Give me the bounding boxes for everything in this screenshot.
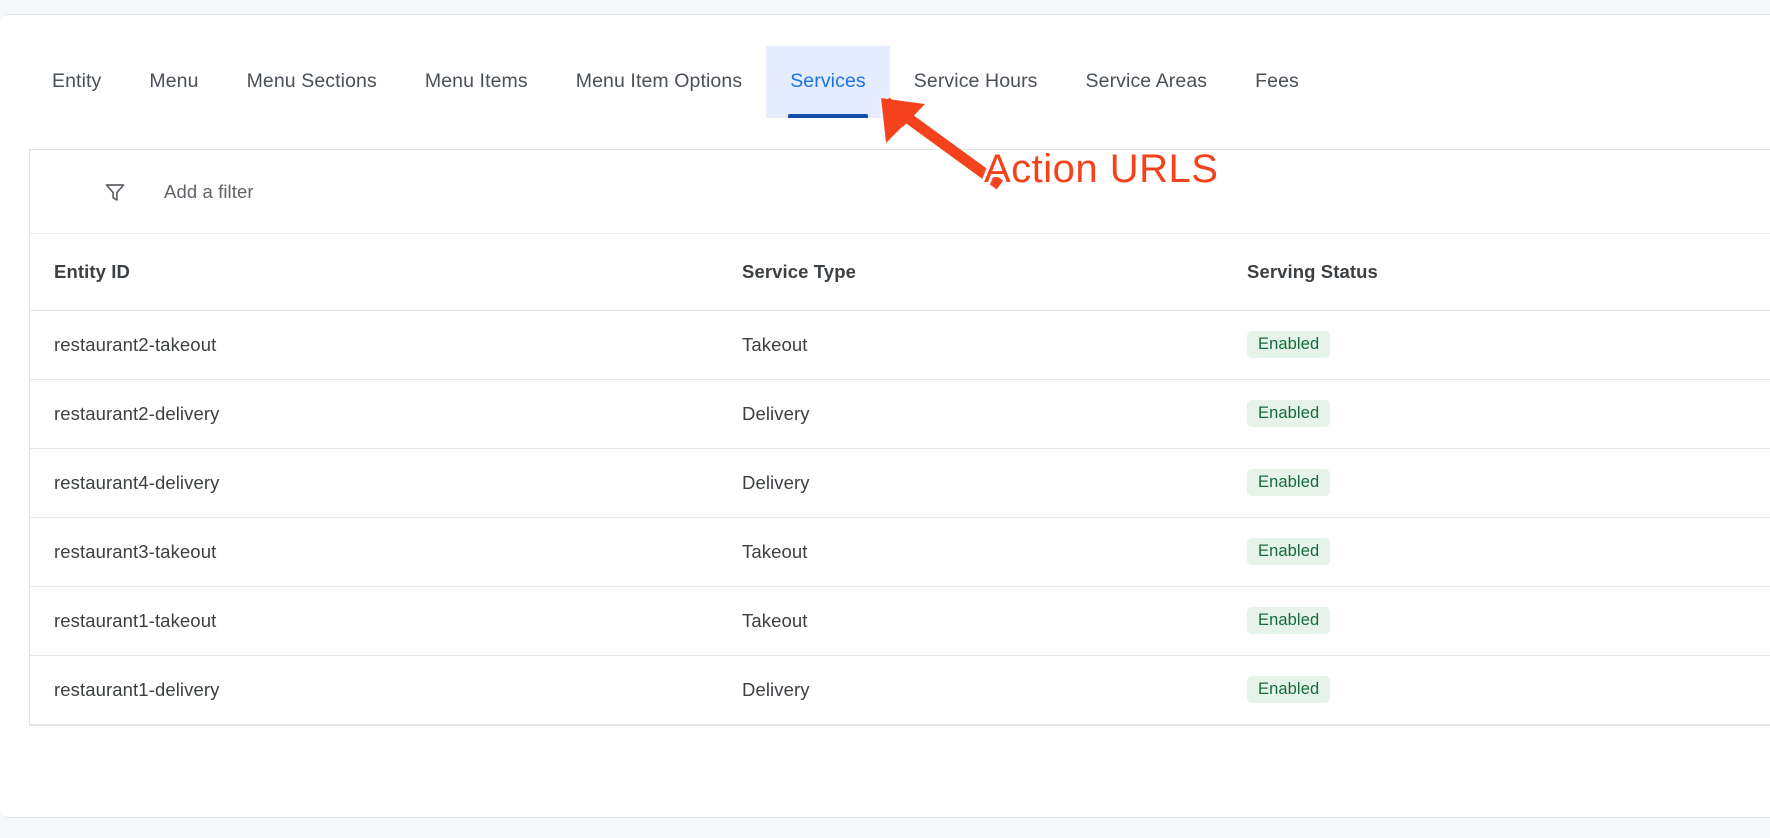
tab-bar: Entity Menu Menu Sections Menu Items Menu It… bbox=[0, 15, 1770, 119]
content-card: Entity Menu Menu Sections Menu Items Menu It… bbox=[0, 14, 1770, 818]
cell-service-type: Delivery bbox=[742, 379, 1247, 449]
column-header-serving-status[interactable]: Serving Status bbox=[1247, 234, 1770, 311]
cell-entity-id: restaurant4-delivery bbox=[30, 448, 742, 518]
table-row[interactable]: restaurant2-delivery Delivery Enabled bbox=[30, 379, 1770, 449]
cell-entity-id: restaurant1-takeout bbox=[30, 586, 742, 656]
filter-bar[interactable]: Add a filter bbox=[30, 150, 1770, 234]
cell-serving-status: Enabled bbox=[1247, 517, 1770, 587]
cell-entity-id: restaurant2-delivery bbox=[30, 379, 742, 449]
cell-serving-status: Enabled bbox=[1247, 655, 1770, 725]
column-header-service-type[interactable]: Service Type bbox=[742, 234, 1247, 311]
cell-service-type: Takeout bbox=[742, 310, 1247, 380]
screen-root: Entity Menu Menu Sections Menu Items Menu It… bbox=[0, 0, 1770, 838]
cell-entity-id: restaurant2-takeout bbox=[30, 310, 742, 380]
tab-menu-item-options[interactable]: Menu Item Options bbox=[552, 46, 766, 118]
table-row[interactable]: restaurant1-delivery Delivery Enabled bbox=[30, 655, 1770, 725]
table-row[interactable]: restaurant3-takeout Takeout Enabled bbox=[30, 517, 1770, 587]
table-header-row: Entity ID Service Type Serving Status bbox=[30, 234, 1770, 311]
cell-service-type: Delivery bbox=[742, 655, 1247, 725]
tab-entity[interactable]: Entity bbox=[28, 46, 125, 118]
table-row[interactable]: restaurant1-takeout Takeout Enabled bbox=[30, 586, 1770, 656]
tab-service-areas[interactable]: Service Areas bbox=[1062, 46, 1232, 118]
cell-service-type: Takeout bbox=[742, 517, 1247, 587]
cell-entity-id: restaurant3-takeout bbox=[30, 517, 742, 587]
cell-serving-status: Enabled bbox=[1247, 310, 1770, 380]
tab-menu-items[interactable]: Menu Items bbox=[401, 46, 552, 118]
status-badge: Enabled bbox=[1247, 537, 1331, 566]
tab-service-hours[interactable]: Service Hours bbox=[890, 46, 1062, 118]
table-row[interactable]: restaurant4-delivery Delivery Enabled bbox=[30, 448, 1770, 518]
cell-serving-status: Enabled bbox=[1247, 379, 1770, 449]
cell-entity-id: restaurant1-delivery bbox=[30, 655, 742, 725]
cell-service-type: Takeout bbox=[742, 586, 1247, 656]
tab-services[interactable]: Services bbox=[766, 46, 890, 118]
status-badge: Enabled bbox=[1247, 468, 1331, 497]
status-badge: Enabled bbox=[1247, 675, 1331, 704]
filter-funnel-icon[interactable] bbox=[102, 179, 128, 205]
filter-input-placeholder[interactable]: Add a filter bbox=[164, 181, 254, 203]
services-table-container: Add a filter Entity ID Service Type Serv… bbox=[29, 149, 1770, 726]
column-header-entity-id[interactable]: Entity ID bbox=[30, 234, 742, 311]
tab-menu-sections[interactable]: Menu Sections bbox=[223, 46, 401, 118]
cell-serving-status: Enabled bbox=[1247, 448, 1770, 518]
services-table: Entity ID Service Type Serving Status re… bbox=[30, 234, 1770, 725]
status-badge: Enabled bbox=[1247, 606, 1331, 635]
table-row[interactable]: restaurant2-takeout Takeout Enabled bbox=[30, 310, 1770, 380]
table-head: Entity ID Service Type Serving Status bbox=[30, 234, 1770, 311]
cell-service-type: Delivery bbox=[742, 448, 1247, 518]
tab-menu[interactable]: Menu bbox=[125, 46, 222, 118]
tab-fees[interactable]: Fees bbox=[1231, 46, 1323, 118]
status-badge: Enabled bbox=[1247, 399, 1331, 428]
table-body: restaurant2-takeout Takeout Enabled restaur… bbox=[30, 310, 1770, 725]
status-badge: Enabled bbox=[1247, 330, 1331, 359]
cell-serving-status: Enabled bbox=[1247, 586, 1770, 656]
